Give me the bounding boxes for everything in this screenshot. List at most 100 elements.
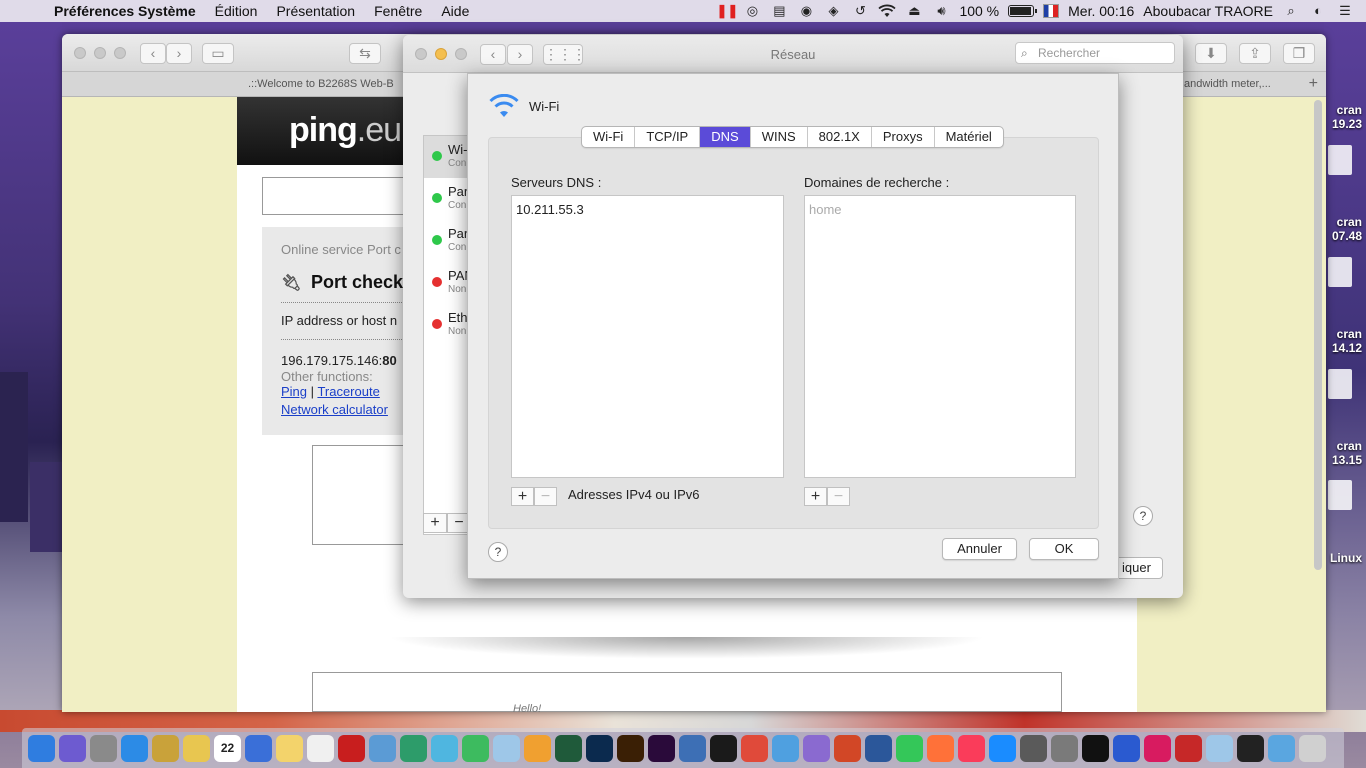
notes-icon[interactable]: [183, 734, 210, 762]
nvidia-icon[interactable]: ◉: [797, 4, 815, 18]
utility-icon[interactable]: [369, 734, 396, 762]
tab-dns[interactable]: DNS: [700, 127, 751, 147]
input-source-flag-icon[interactable]: [1043, 4, 1060, 18]
menu-aide[interactable]: Aide: [441, 3, 469, 19]
remove-dns-server-button[interactable]: −: [534, 487, 557, 506]
word-icon[interactable]: [865, 734, 892, 762]
time-machine-icon[interactable]: ↺: [851, 4, 869, 18]
dns-servers-list[interactable]: 10.211.55.3: [511, 195, 784, 478]
preview-icon[interactable]: [152, 734, 179, 762]
tab-tcpip[interactable]: TCP/IP: [635, 127, 701, 147]
notification-center-icon[interactable]: ☰: [1336, 4, 1354, 18]
app-icon[interactable]: [400, 734, 427, 762]
clock[interactable]: Mer. 00:16: [1068, 3, 1134, 19]
menu-presentation[interactable]: Présentation: [276, 3, 355, 19]
folder-icon[interactable]: [1268, 734, 1295, 762]
app-icon[interactable]: [1020, 734, 1047, 762]
desktop-file-icon[interactable]: [1328, 369, 1352, 399]
finder-icon[interactable]: [28, 734, 55, 762]
reminders-icon[interactable]: [307, 734, 334, 762]
network-search-input[interactable]: ⌕ Rechercher: [1015, 42, 1175, 64]
tab-proxys[interactable]: Proxys: [872, 127, 935, 147]
download-icon[interactable]: ⬇: [1195, 43, 1227, 64]
powerpoint-icon[interactable]: [834, 734, 861, 762]
app-icon[interactable]: [1175, 734, 1202, 762]
illustrator-icon[interactable]: [617, 734, 644, 762]
sidebar-toggle-icon[interactable]: ▭: [202, 43, 234, 64]
trash-icon[interactable]: [1299, 734, 1326, 762]
stickies-icon[interactable]: [276, 734, 303, 762]
desktop-file-label[interactable]: cran 07.48: [1332, 215, 1362, 243]
firefox-icon[interactable]: [927, 734, 954, 762]
safari-icon[interactable]: [121, 734, 148, 762]
xcode-icon[interactable]: [710, 734, 737, 762]
tab-materiel[interactable]: Matériel: [935, 127, 1003, 147]
siri-icon[interactable]: [59, 734, 86, 762]
tab-8021x[interactable]: 802.1X: [808, 127, 872, 147]
browser-tab[interactable]: .::Welcome to B2268S Web-B: [248, 78, 394, 90]
desktop-file-icon[interactable]: [1328, 257, 1352, 287]
filezilla-icon[interactable]: [338, 734, 365, 762]
tabs-overview-icon[interactable]: ❐: [1283, 43, 1315, 64]
add-dns-server-button[interactable]: +: [511, 487, 534, 506]
desktop-file-label[interactable]: Linux: [1330, 551, 1362, 565]
appstore-icon[interactable]: [989, 734, 1016, 762]
share-icon[interactable]: ⇪: [1239, 43, 1271, 64]
app-icon[interactable]: [803, 734, 830, 762]
siri-icon[interactable]: ◐: [1309, 4, 1327, 18]
app-icon[interactable]: [1113, 734, 1140, 762]
cancel-button[interactable]: Annuler: [942, 538, 1017, 560]
browser-minimize-button[interactable]: [94, 47, 106, 59]
browser-forward-button[interactable]: ›: [166, 43, 192, 64]
app-icon[interactable]: [1144, 734, 1171, 762]
audition-icon[interactable]: [555, 734, 582, 762]
ok-button[interactable]: OK: [1029, 538, 1099, 560]
desktop-file-icon[interactable]: [1328, 480, 1352, 510]
tab-wins[interactable]: WINS: [751, 127, 808, 147]
sheet-help-button[interactable]: ?: [488, 542, 508, 562]
eye-icon[interactable]: [1206, 734, 1233, 762]
app-status-icon[interactable]: ◈: [824, 4, 842, 18]
browser-zoom-button[interactable]: [114, 47, 126, 59]
browser-tab[interactable]: andwidth meter,...: [1184, 78, 1271, 90]
desktop-file-icon[interactable]: [1328, 145, 1352, 175]
terminal-icon[interactable]: [1082, 734, 1109, 762]
desktop-file-label[interactable]: cran 19.23: [1332, 103, 1362, 131]
search-domains-list[interactable]: home: [804, 195, 1076, 478]
battery-icon[interactable]: [1008, 5, 1038, 17]
tab-wifi[interactable]: Wi-Fi: [582, 127, 636, 147]
add-search-domain-button[interactable]: +: [804, 487, 827, 506]
spotlight-search-icon[interactable]: ⌕: [1282, 4, 1300, 18]
browser-back-button[interactable]: ‹: [140, 43, 166, 64]
browser-close-button[interactable]: [74, 47, 86, 59]
network-help-button[interactable]: ?: [1133, 506, 1153, 526]
network-calculator-link[interactable]: Network calculator: [281, 402, 388, 417]
system-preferences-icon[interactable]: [1051, 734, 1078, 762]
facetime-icon[interactable]: [896, 734, 923, 762]
menu-app-name[interactable]: Préférences Système: [54, 3, 196, 19]
user-name[interactable]: Aboubacar TRAORE: [1143, 3, 1273, 19]
desktop-file-label[interactable]: cran 14.12: [1332, 327, 1362, 355]
virtualbox-icon[interactable]: [679, 734, 706, 762]
dns-server-entry[interactable]: 10.211.55.3: [516, 202, 584, 217]
menu-edition[interactable]: Édition: [215, 3, 258, 19]
desktop-file-label[interactable]: cran 13.15: [1332, 439, 1362, 467]
traceroute-link[interactable]: Traceroute: [317, 384, 379, 399]
photoshop-icon[interactable]: [586, 734, 613, 762]
app-icon[interactable]: [245, 734, 272, 762]
volume-icon[interactable]: 🔊︎: [932, 4, 950, 18]
android-icon[interactable]: [462, 734, 489, 762]
menu-fenetre[interactable]: Fenêtre: [374, 3, 422, 19]
music-icon[interactable]: [958, 734, 985, 762]
wifi-icon[interactable]: [878, 4, 897, 18]
site-logo[interactable]: ping.eu: [289, 111, 402, 150]
launchpad-icon[interactable]: [90, 734, 117, 762]
premiere-icon[interactable]: [648, 734, 675, 762]
reader-icon[interactable]: ⇆: [349, 43, 381, 64]
battery-percentage[interactable]: 100 %: [959, 3, 999, 19]
ping-link[interactable]: Ping: [281, 384, 307, 399]
add-service-button[interactable]: +: [423, 513, 447, 533]
chrome-icon[interactable]: [741, 734, 768, 762]
inbox-icon[interactable]: ▤: [770, 4, 788, 18]
messages-icon[interactable]: [431, 734, 458, 762]
